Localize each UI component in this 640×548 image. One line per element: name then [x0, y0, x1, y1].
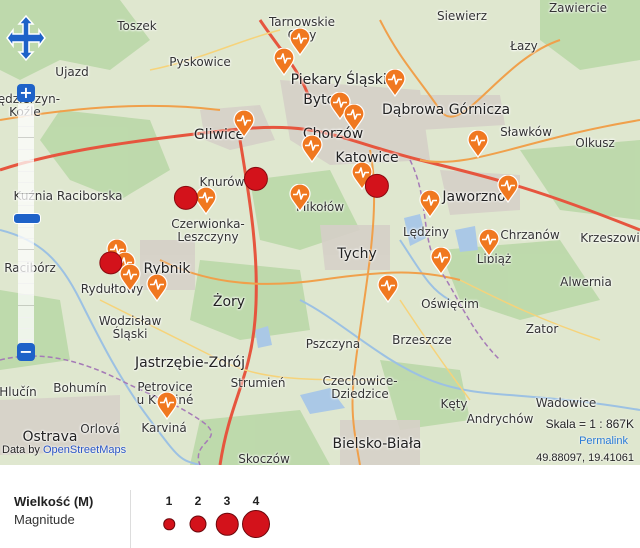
city-label-karvina: Karviná: [141, 421, 187, 435]
city-label-czechowice: Czechowice- Dziedzice: [322, 374, 398, 402]
city-label-ujazd: Ujazd: [55, 65, 89, 79]
seismic-event-marker-icon[interactable]: [497, 175, 519, 203]
seismic-event-marker-icon[interactable]: [273, 48, 295, 76]
zoom-level-slot[interactable]: [18, 115, 34, 128]
zoom-level-slot[interactable]: [18, 227, 34, 240]
legend-magnitude-dot: [163, 518, 175, 530]
city-label-bohumin: Bohumín: [53, 381, 107, 395]
city-label-tychy: Tychy: [337, 246, 377, 262]
legend-magnitude-dot: [242, 510, 270, 538]
city-label-pszczyna: Pszczyna: [305, 337, 361, 351]
city-label-bielsko: Bielsko-Biała: [332, 436, 422, 452]
zoom-level-slot[interactable]: [18, 272, 34, 284]
legend-item-label: 1: [165, 494, 173, 508]
zoom-level-slot[interactable]: [18, 137, 34, 150]
seismic-event-marker-icon[interactable]: [119, 264, 141, 292]
city-label-slawkow: Sławków: [500, 125, 552, 139]
city-label-zawiercie: Zawiercie: [548, 1, 608, 15]
seismic-event-marker-icon[interactable]: [478, 229, 500, 257]
city-label-ledziny: Lędziny: [402, 225, 450, 239]
permalink-link[interactable]: Permalink: [579, 435, 628, 447]
city-label-wodzislaw: Wodzisław Śląski: [98, 314, 162, 342]
seismic-event-marker-icon[interactable]: [195, 187, 217, 215]
city-label-oswiecim: Oświęcim: [421, 297, 479, 311]
legend-divider: [130, 490, 131, 548]
seismic-event-marker-icon[interactable]: [419, 190, 441, 218]
city-label-dabrowa: Dąbrowa Górnicza: [381, 102, 511, 118]
zoom-level-slot[interactable]: [18, 328, 34, 340]
city-label-jastrzebie: Jastrzębie-Zdrój: [134, 355, 246, 371]
city-label-olkusz: Olkusz: [575, 136, 615, 150]
map-scale: Skala = 1 : 867K: [545, 417, 634, 431]
seismic-event-marker-icon[interactable]: [233, 110, 255, 138]
city-label-kety: Kęty: [440, 397, 468, 411]
city-label-zator: Zator: [525, 322, 559, 336]
city-label-toszek: Toszek: [117, 19, 157, 33]
seismic-event-marker-icon[interactable]: [430, 247, 452, 275]
zoom-level-slot[interactable]: [18, 126, 34, 139]
city-label-czerwionka: Czerwionka- Leszczyny: [171, 217, 245, 245]
city-label-andrychow: Andrychów: [466, 412, 534, 426]
zoom-level-slot[interactable]: [18, 182, 34, 195]
city-label-skoczow: Skoczów: [238, 452, 290, 465]
seismic-event-marker-icon[interactable]: [156, 392, 178, 420]
city-label-zory: Żory: [212, 294, 246, 310]
legend-magnitude-dot: [215, 512, 239, 536]
zoom-level-slot[interactable]: [18, 160, 34, 172]
seismic-event-marker-icon[interactable]: [301, 135, 323, 163]
seismic-event-marker-icon[interactable]: [377, 275, 399, 303]
zoom-level-slot[interactable]: [18, 294, 34, 307]
seismic-event-marker-icon[interactable]: [343, 104, 365, 132]
attribution-prefix: Data by: [2, 444, 43, 456]
legend-item-label: 2: [194, 494, 202, 508]
zoom-level-slot[interactable]: [18, 193, 34, 206]
zoom-level-slot[interactable]: [18, 260, 34, 273]
cursor-coordinates: 49.88097, 19.41061: [536, 452, 634, 464]
legend-title: Wielkość (M): [14, 494, 94, 509]
magnitude-legend: Wielkość (M) Magnitude 1 2 3 4: [0, 482, 640, 548]
seismic-event-marker-icon[interactable]: [384, 69, 406, 97]
seismic-event-marker-icon[interactable]: [146, 274, 168, 302]
zoom-out-button[interactable]: −: [17, 343, 35, 361]
city-label-chrzanow: Chrzanów: [500, 228, 560, 242]
city-label-strumien: Strumień: [230, 376, 286, 390]
city-label-brzeszcze: Brzeszcze: [392, 333, 452, 347]
zoom-level-slot[interactable]: [18, 283, 34, 296]
city-label-alwernia: Alwernia: [560, 275, 612, 289]
attribution: Data by OpenStreetMaps: [2, 444, 126, 456]
city-label-siewierz: Siewierz: [436, 9, 488, 23]
zoom-level-slot[interactable]: [18, 305, 34, 318]
pan-arrows-icon[interactable]: [6, 14, 46, 62]
seismic-event-marker-icon[interactable]: [467, 130, 489, 158]
legend-spacer: [0, 465, 640, 482]
attribution-link[interactable]: OpenStreetMaps: [43, 444, 126, 456]
legend-magnitude-dot: [189, 515, 207, 533]
zoom-level-slot[interactable]: [18, 316, 34, 329]
map-view[interactable]: ToszekTarnowskieGórySiewierzZawierciePys…: [0, 0, 640, 465]
city-label-orlova: Orlová: [80, 422, 120, 436]
legend-item-label: 4: [252, 494, 260, 508]
zoom-level-slot[interactable]: [18, 104, 34, 116]
legend-subtitle: Magnitude: [14, 512, 75, 527]
seismic-event-marker-icon[interactable]: [289, 184, 311, 212]
city-label-piekary: Piekary Śląskie: [290, 72, 396, 88]
city-label-krzeszowice: Krzeszowice: [580, 231, 640, 245]
city-label-pyskowice: Pyskowice: [169, 55, 231, 69]
city-label-lazy: Łazy: [510, 39, 538, 53]
zoom-level-slot[interactable]: [18, 238, 34, 251]
zoom-level-slot[interactable]: [18, 249, 34, 262]
zoom-level-slot[interactable]: [18, 148, 34, 161]
city-label-hlucin: Hlučín: [0, 385, 37, 399]
zoom-level-slot[interactable]: [18, 171, 34, 184]
city-label-wadowice: Wadowice: [535, 396, 597, 410]
zoom-slider-handle[interactable]: [13, 213, 41, 224]
legend-item-label: 3: [223, 494, 231, 508]
